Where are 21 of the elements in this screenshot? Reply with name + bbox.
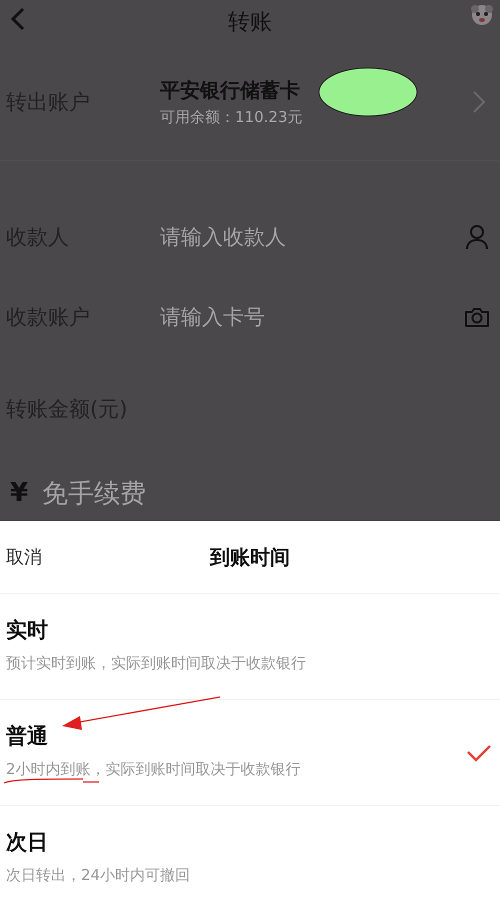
input-field[interactable]: 请输入收款人 (160, 223, 464, 251)
option-title[interactable]: 次日 (6, 828, 494, 856)
sheet-title: 到账时间 (210, 544, 290, 568)
input-field[interactable]: 请输入卡号 (160, 303, 464, 331)
chevron-icon[interactable] (472, 90, 486, 114)
card-name: 平安银行储蓄卡 (160, 77, 300, 104)
page-title: 转账 (228, 9, 272, 37)
option-item[interactable]: 普通 2小时内到账，实际到账时间取决于收款银行 (0, 699, 500, 805)
cancel-button[interactable]: 取消 (6, 545, 42, 569)
avatar-icon[interactable] (468, 2, 496, 28)
option-description: 2小时内到账，实际到账时间取决于收款银行 (6, 760, 301, 778)
option-item[interactable]: 次日 次日转出，24小时内可撤回 (0, 805, 500, 911)
amount-field[interactable]: 免手续费 (42, 476, 146, 510)
person-icon[interactable] (464, 224, 490, 250)
option-title[interactable]: 实时 (6, 616, 494, 644)
balance-text: 可用余额：110.23元 (160, 108, 302, 127)
option-title[interactable]: 普通 (6, 722, 466, 750)
option-description: 次日转出，24小时内可撤回 (6, 866, 190, 884)
currency-symbol: ¥ (10, 478, 28, 508)
option-item[interactable]: 实时 预计实时到账，实际到账时间取决于收款银行 (0, 593, 500, 699)
option-description: 预计实时到账，实际到账时间取决于收款银行 (6, 654, 306, 672)
